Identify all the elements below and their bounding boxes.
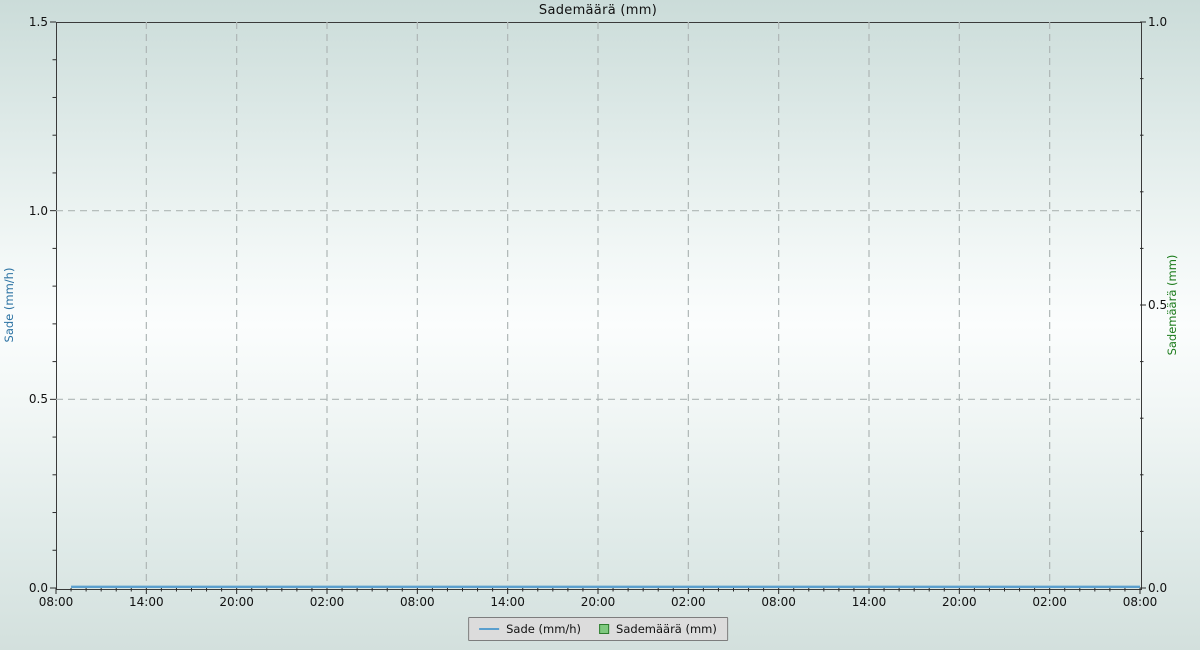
x-tick-label: 08:00 <box>400 595 435 609</box>
right-y-tick-label: 1.0 <box>1148 15 1167 29</box>
x-tick-label: 08:00 <box>39 595 74 609</box>
left-y-tick-label: 1.0 <box>29 204 48 218</box>
legend-square-icon <box>599 624 609 634</box>
legend: Sade (mm/h) Sademäärä (mm) <box>468 617 728 641</box>
x-tick-label: 08:00 <box>761 595 796 609</box>
x-tick-label: 14:00 <box>129 595 164 609</box>
legend-item-sademaara: Sademäärä (mm) <box>599 622 717 636</box>
x-tick-label: 20:00 <box>581 595 616 609</box>
x-tick-label: 20:00 <box>219 595 254 609</box>
right-y-tick-label: 0.0 <box>1148 581 1167 595</box>
x-tick-label: 02:00 <box>1032 595 1067 609</box>
x-tick-label: 14:00 <box>490 595 525 609</box>
left-y-tick-label: 1.5 <box>29 15 48 29</box>
x-tick-label: 02:00 <box>310 595 345 609</box>
legend-label-sade: Sade (mm/h) <box>506 622 581 636</box>
left-y-tick-label: 0.5 <box>29 392 48 406</box>
legend-line-icon <box>479 628 499 630</box>
x-tick-label: 14:00 <box>852 595 887 609</box>
left-y-tick-label: 0.0 <box>29 581 48 595</box>
x-tick-label: 02:00 <box>671 595 706 609</box>
chart-figure: Sademäärä (mm) Sade (mm/h) Sademäärä (mm… <box>0 0 1200 650</box>
x-tick-label: 20:00 <box>942 595 977 609</box>
legend-label-sademaara: Sademäärä (mm) <box>616 622 717 636</box>
legend-item-sade: Sade (mm/h) <box>479 622 581 636</box>
right-y-tick-label: 0.5 <box>1148 298 1167 312</box>
x-tick-label: 08:00 <box>1123 595 1158 609</box>
plot-canvas <box>0 0 1200 650</box>
